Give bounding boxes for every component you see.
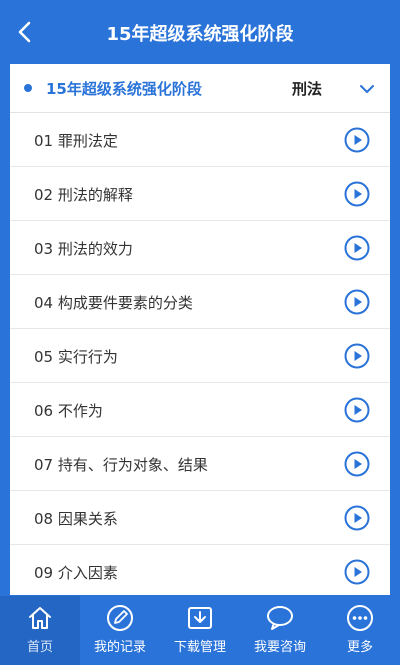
lesson-label: 02 刑法的解释 bbox=[34, 186, 133, 204]
lesson-label: 01 罪刑法定 bbox=[34, 132, 118, 150]
lesson-label: 03 刑法的效力 bbox=[34, 240, 133, 258]
play-icon[interactable] bbox=[344, 505, 370, 531]
tab-home[interactable]: 首页 bbox=[0, 596, 80, 665]
tab-pencil[interactable]: 我的记录 bbox=[80, 596, 160, 665]
tab-chat-bubble[interactable]: 我要咨询 bbox=[240, 596, 320, 665]
app-header: 15年超级系统强化阶段 bbox=[0, 0, 400, 64]
chevron-down-icon[interactable] bbox=[358, 80, 376, 98]
play-icon[interactable] bbox=[344, 127, 370, 153]
section-title: 15年超级系统强化阶段 bbox=[46, 80, 202, 98]
lesson-item[interactable]: 05 实行行为 bbox=[10, 329, 390, 383]
lesson-label: 04 构成要件要素的分类 bbox=[34, 294, 193, 312]
lesson-item[interactable]: 02 刑法的解释 bbox=[10, 167, 390, 221]
download-icon bbox=[188, 607, 212, 629]
pencil-icon bbox=[107, 605, 133, 631]
play-icon[interactable] bbox=[344, 559, 370, 585]
tab-label: 下载管理 bbox=[173, 640, 226, 655]
lesson-panel: 15年超级系统强化阶段 刑法 01 罪刑法定 02 刑法的解释 03 刑法的效力 04… bbox=[10, 64, 390, 595]
tab-label: 更多 bbox=[346, 640, 373, 655]
bottom-tab-bar: 首页 我的记录 下载管理 我要咨询 更多 bbox=[0, 596, 400, 665]
more-icon bbox=[347, 605, 373, 631]
play-icon[interactable] bbox=[344, 289, 370, 315]
tab-label: 我的记录 bbox=[93, 640, 146, 655]
lesson-label: 06 不作为 bbox=[34, 402, 103, 420]
page-title: 15年超级系统强化阶段 bbox=[106, 24, 294, 45]
tab-label: 首页 bbox=[26, 640, 53, 655]
section-header[interactable]: 15年超级系统强化阶段 刑法 bbox=[10, 64, 390, 113]
lesson-label: 08 因果关系 bbox=[34, 510, 118, 528]
play-icon[interactable] bbox=[344, 343, 370, 369]
tab-more[interactable]: 更多 bbox=[320, 596, 400, 665]
lesson-list: 01 罪刑法定 02 刑法的解释 03 刑法的效力 04 构成要件要素的分类 05 实行… bbox=[10, 113, 390, 595]
bullet-dot bbox=[24, 84, 32, 92]
lesson-item[interactable]: 01 罪刑法定 bbox=[10, 113, 390, 167]
lesson-item[interactable]: 09 介入因素 bbox=[10, 545, 390, 595]
lesson-label: 09 介入因素 bbox=[34, 564, 118, 582]
home-icon bbox=[29, 607, 51, 629]
play-icon[interactable] bbox=[344, 235, 370, 261]
lesson-item[interactable]: 06 不作为 bbox=[10, 383, 390, 437]
tab-label: 我要咨询 bbox=[253, 640, 306, 655]
lesson-label: 05 实行行为 bbox=[34, 348, 118, 366]
play-icon[interactable] bbox=[344, 451, 370, 477]
lesson-item[interactable]: 07 持有、行为对象、结果 bbox=[10, 437, 390, 491]
play-icon[interactable] bbox=[344, 397, 370, 423]
lesson-label: 07 持有、行为对象、结果 bbox=[34, 456, 208, 474]
lesson-item[interactable]: 04 构成要件要素的分类 bbox=[10, 275, 390, 329]
subject-label: 刑法 bbox=[292, 80, 323, 98]
lesson-item[interactable]: 08 因果关系 bbox=[10, 491, 390, 545]
lesson-item[interactable]: 03 刑法的效力 bbox=[10, 221, 390, 275]
chat-bubble-icon bbox=[267, 606, 293, 630]
tab-download[interactable]: 下载管理 bbox=[160, 596, 240, 665]
play-icon[interactable] bbox=[344, 181, 370, 207]
